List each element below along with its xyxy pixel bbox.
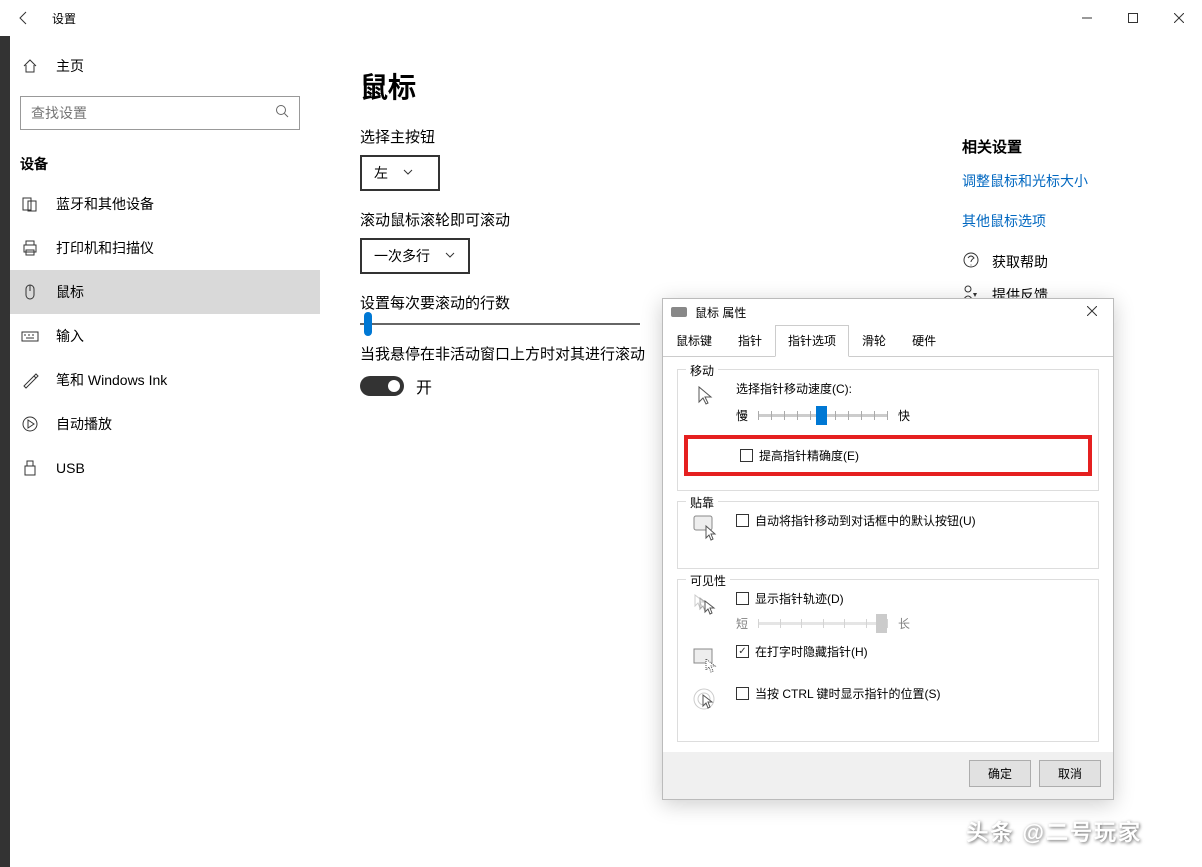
tab-wheel[interactable]: 滑轮: [849, 325, 899, 356]
search-icon: [275, 104, 289, 123]
snap-legend: 贴靠: [686, 494, 718, 511]
enhance-label: 提高指针精确度(E): [759, 447, 859, 464]
speed-label: 选择指针移动速度(C):: [736, 380, 1086, 397]
sidebar: 主页 设备 蓝牙和其他设备 打印机和扫描仪 鼠标 输入 笔和 Windows I…: [0, 36, 320, 867]
minimize-button[interactable]: [1064, 0, 1110, 36]
close-button[interactable]: [1156, 0, 1202, 36]
devices-icon: [20, 194, 40, 214]
lines-slider[interactable]: [360, 323, 640, 325]
toggle-state: 开: [416, 374, 432, 398]
keyboard-icon: [20, 326, 40, 346]
enhance-precision-checkbox[interactable]: [740, 449, 753, 462]
nav-label: 蓝牙和其他设备: [56, 194, 154, 214]
primary-button-dropdown[interactable]: 左: [360, 155, 440, 191]
get-help-link[interactable]: 获取帮助: [962, 251, 1162, 272]
nav-label: 自动播放: [56, 414, 112, 434]
fast-label: 快: [898, 407, 910, 424]
trails-label: 显示指针轨迹(D): [755, 590, 844, 607]
ctrl-locate-icon: [690, 685, 722, 717]
nav-label: USB: [56, 460, 85, 476]
pointer-speed-slider[interactable]: [758, 405, 888, 425]
nav-label: 笔和 Windows Ink: [56, 370, 167, 390]
mouse-properties-dialog: 鼠标 属性 鼠标键 指针 指针选项 滑轮 硬件 移动 选择指针移动速度(C): …: [662, 298, 1114, 800]
ok-button[interactable]: 确定: [969, 760, 1031, 787]
printer-icon: [20, 238, 40, 258]
mouse-icon: [20, 282, 40, 302]
window-title: 设置: [52, 10, 76, 27]
visibility-legend: 可见性: [686, 572, 730, 589]
tab-hardware[interactable]: 硬件: [899, 325, 949, 356]
adjust-cursor-link[interactable]: 调整鼠标和光标大小: [962, 171, 1162, 191]
watermark: 头条 @二号玩家: [966, 815, 1142, 847]
scroll-mode-dropdown[interactable]: 一次多行: [360, 238, 470, 274]
ctrl-locate-label: 当按 CTRL 键时显示指针的位置(S): [755, 685, 941, 702]
related-title: 相关设置: [962, 136, 1162, 157]
sidebar-item-autoplay[interactable]: 自动播放: [0, 402, 320, 446]
chevron-down-icon: [444, 248, 456, 264]
usb-icon: [20, 458, 40, 478]
tab-pointer-options[interactable]: 指针选项: [775, 325, 849, 357]
nav-label: 打印机和扫描仪: [56, 238, 154, 258]
other-mouse-link[interactable]: 其他鼠标选项: [962, 211, 1162, 231]
slider-thumb[interactable]: [816, 406, 827, 425]
sidebar-item-mouse[interactable]: 鼠标: [0, 270, 320, 314]
slider-thumb[interactable]: [364, 312, 372, 336]
long-label: 长: [898, 615, 910, 632]
chevron-down-icon: [402, 165, 414, 181]
mouse-dialog-icon: [671, 307, 687, 317]
page-title: 鼠标: [360, 66, 1162, 106]
hide-typing-checkbox[interactable]: [736, 645, 749, 658]
nav-label: 输入: [56, 326, 84, 346]
back-button[interactable]: [0, 0, 48, 36]
pen-icon: [20, 370, 40, 390]
search-input[interactable]: [20, 96, 300, 130]
sidebar-item-usb[interactable]: USB: [0, 446, 320, 490]
trails-checkbox[interactable]: [736, 592, 749, 605]
autoplay-icon: [20, 414, 40, 434]
dialog-title: 鼠标 属性: [695, 304, 746, 321]
home-label: 主页: [56, 56, 84, 76]
home-icon: [20, 56, 40, 76]
sidebar-item-typing[interactable]: 输入: [0, 314, 320, 358]
snap-checkbox[interactable]: [736, 514, 749, 527]
highlight-box: 提高指针精确度(E): [684, 435, 1092, 476]
movement-legend: 移动: [686, 362, 718, 379]
tab-pointers[interactable]: 指针: [725, 325, 775, 356]
nav-label: 鼠标: [56, 282, 84, 302]
hide-typing-icon: [690, 643, 722, 675]
sidebar-item-bluetooth[interactable]: 蓝牙和其他设备: [0, 182, 320, 226]
trail-length-slider: [758, 613, 888, 633]
maximize-button[interactable]: [1110, 0, 1156, 36]
dialog-close-button[interactable]: [1079, 303, 1105, 321]
short-label: 短: [736, 615, 748, 632]
snap-label: 自动将指针移动到对话框中的默认按钮(U): [755, 512, 976, 529]
inactive-scroll-toggle[interactable]: [360, 376, 404, 396]
snap-icon: [690, 512, 722, 544]
tab-buttons[interactable]: 鼠标键: [663, 325, 725, 356]
pointer-icon: [690, 380, 722, 412]
ctrl-locate-checkbox[interactable]: [736, 687, 749, 700]
slow-label: 慢: [736, 407, 748, 424]
search-field[interactable]: [31, 105, 275, 121]
hide-typing-label: 在打字时隐藏指针(H): [755, 643, 868, 660]
sidebar-item-printers[interactable]: 打印机和扫描仪: [0, 226, 320, 270]
sidebar-item-pen[interactable]: 笔和 Windows Ink: [0, 358, 320, 402]
home-link[interactable]: 主页: [0, 46, 320, 86]
cancel-button[interactable]: 取消: [1039, 760, 1101, 787]
section-title: 设备: [0, 140, 320, 182]
help-icon: [962, 251, 980, 272]
dropdown-value: 左: [374, 163, 388, 183]
dropdown-value: 一次多行: [374, 246, 430, 266]
trails-icon: [690, 590, 722, 622]
help-label: 获取帮助: [992, 252, 1048, 272]
